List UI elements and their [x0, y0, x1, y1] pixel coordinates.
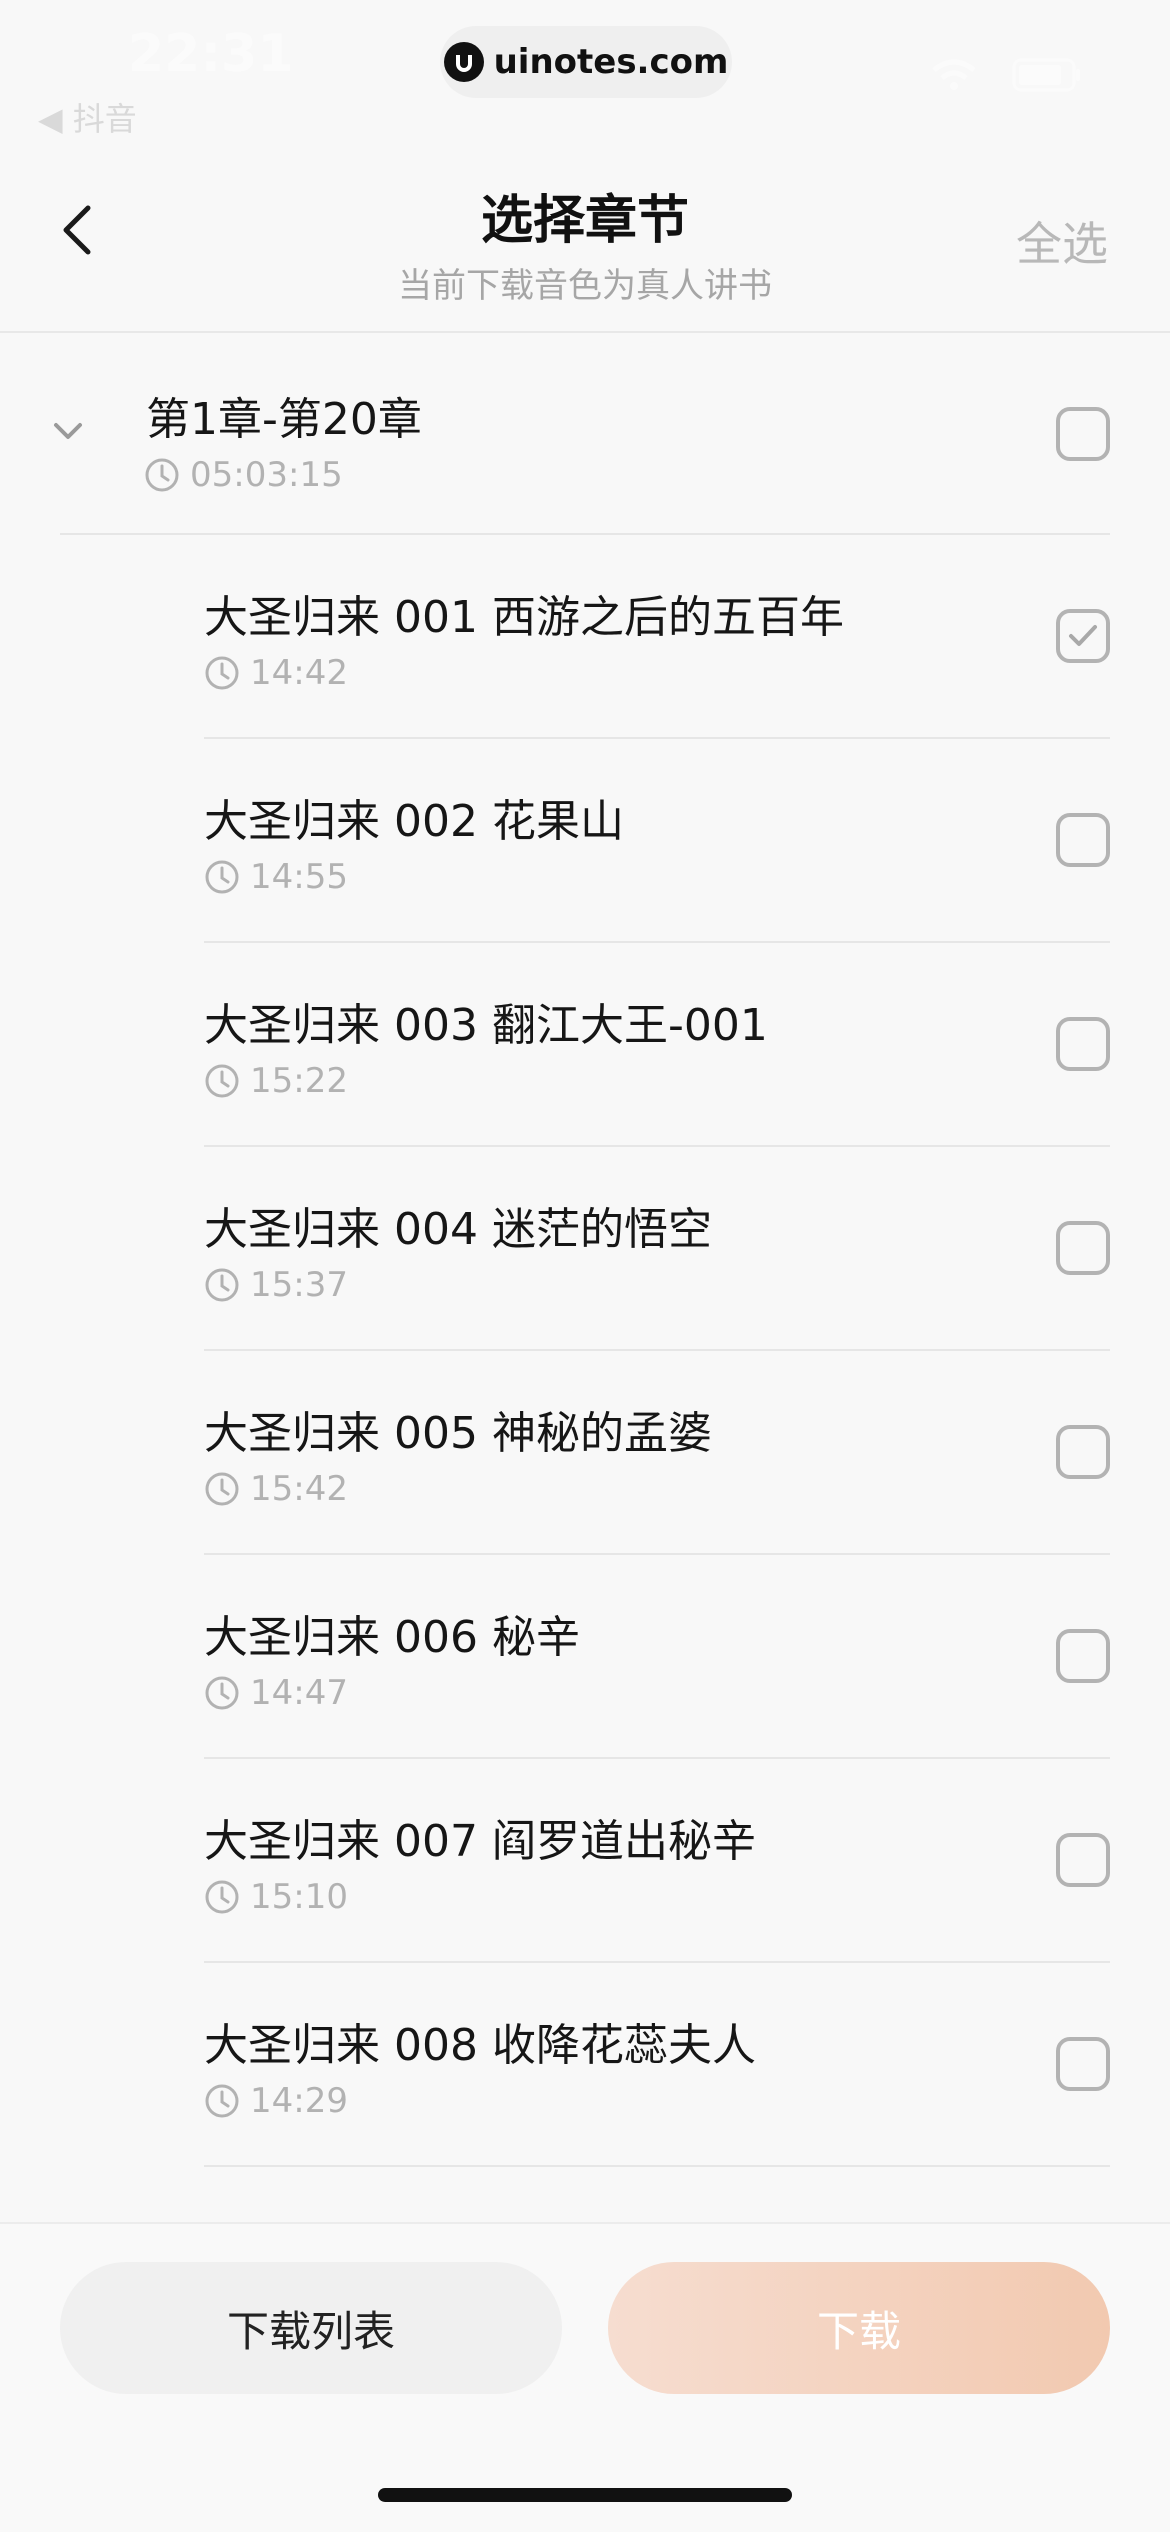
clock-icon: [205, 1268, 239, 1302]
clock-icon: [205, 860, 239, 894]
home-indicator: [378, 2488, 792, 2502]
chapter-row[interactable]: 大圣归来 006 秘辛 14:47: [204, 1555, 1110, 1759]
watermark-text: uinotes.com: [493, 42, 729, 82]
watermark-logo-icon: [443, 42, 484, 82]
chapter-checkbox[interactable]: [1056, 1221, 1110, 1275]
select-all-button[interactable]: 全选: [1016, 208, 1108, 274]
clock-icon: [145, 458, 179, 492]
download-button[interactable]: 下载: [608, 2262, 1110, 2394]
chapter-duration-text: 15:37: [250, 1265, 348, 1305]
chapter-checkbox[interactable]: [1056, 813, 1110, 867]
bottom-action-bar: 下载列表 下载: [0, 2222, 1170, 2532]
status-time: 22:31: [128, 24, 294, 84]
group-duration: 05:03:15: [144, 455, 343, 495]
status-icons: [930, 58, 1082, 92]
chapter-row[interactable]: 大圣归来 002 花果山 14:55: [204, 739, 1110, 943]
chapter-title: 大圣归来 003 翻江大王-001: [204, 1000, 768, 1051]
page-subtitle: 当前下载音色为真人讲书: [398, 266, 772, 306]
chapter-row[interactable]: 大圣归来 008 收降花蕊夫人 14:29: [204, 1963, 1110, 2167]
battery-icon: [1012, 58, 1080, 92]
chapter-duration: 15:37: [204, 1265, 348, 1305]
chapter-checkbox[interactable]: [1056, 1833, 1110, 1887]
clock-icon: [205, 1472, 239, 1506]
chapter-checkbox[interactable]: [1056, 609, 1110, 663]
watermark-badge: uinotes.com: [440, 26, 732, 98]
chapter-duration-text: 14:29: [250, 2081, 348, 2121]
chapter-duration: 14:42: [204, 653, 348, 693]
chapter-duration: 15:10: [204, 1877, 348, 1917]
nav-bar: 选择章节 当前下载音色为真人讲书 全选: [0, 140, 1170, 333]
chapter-title: 大圣归来 001 西游之后的五百年: [204, 592, 844, 643]
chapter-checkbox[interactable]: [1056, 1629, 1110, 1683]
status-bar: 22:31 ◀ 抖音 uinotes.com: [0, 0, 1170, 140]
chapter-row[interactable]: 大圣归来 005 神秘的孟婆 15:42: [204, 1351, 1110, 1555]
chapter-title: 大圣归来 002 花果山: [204, 796, 624, 847]
chapter-duration: 14:55: [204, 857, 348, 897]
chapter-duration-text: 15:10: [250, 1877, 348, 1917]
chapter-select-screen: 22:31 ◀ 抖音 uinotes.com 选择章节 当前下载音色为真人讲书 …: [0, 0, 1170, 2532]
chapter-row[interactable]: 大圣归来 007 阎罗道出秘辛 15:10: [204, 1759, 1110, 1963]
chapter-title: 大圣归来 006 秘辛: [204, 1612, 580, 1663]
chapter-title: 大圣归来 005 神秘的孟婆: [204, 1408, 712, 1459]
chapter-duration-text: 15:42: [250, 1469, 348, 1509]
group-title: 第1章-第20章: [146, 394, 422, 445]
chapter-title: 大圣归来 004 迷茫的悟空: [204, 1204, 712, 1255]
chapter-checkbox[interactable]: [1056, 1425, 1110, 1479]
group-duration-text: 05:03:15: [190, 455, 343, 495]
chevron-down-icon[interactable]: [48, 411, 88, 451]
clock-icon: [205, 1064, 239, 1098]
chapter-duration: 14:47: [204, 1673, 348, 1713]
chapter-duration-text: 14:47: [250, 1673, 348, 1713]
page-title: 选择章节: [480, 191, 689, 251]
download-list-button[interactable]: 下载列表: [60, 2262, 562, 2394]
chapter-list[interactable]: 第1章-第20章 05:03:15 大圣归来 001 西游之后的五百年 14:42…: [0, 335, 1170, 2225]
chapter-checkbox[interactable]: [1056, 1017, 1110, 1071]
chapter-row[interactable]: 大圣归来 003 翻江大王-001 15:22: [204, 943, 1110, 1147]
chapter-title: 大圣归来 007 阎罗道出秘辛: [204, 1816, 756, 1867]
wifi-icon: [932, 59, 976, 90]
chapter-duration-text: 14:55: [250, 857, 348, 897]
chapter-duration-text: 14:42: [250, 653, 348, 693]
chapter-checkbox[interactable]: [1056, 2037, 1110, 2091]
clock-icon: [205, 1676, 239, 1710]
chapter-row[interactable]: 大圣归来 001 西游之后的五百年 14:42: [204, 535, 1110, 739]
chapter-duration: 15:22: [204, 1061, 348, 1101]
clock-icon: [205, 1880, 239, 1914]
group-checkbox[interactable]: [1056, 407, 1110, 461]
chapter-title: 大圣归来 008 收降花蕊夫人: [204, 2020, 756, 2071]
chapter-duration: 14:29: [204, 2081, 348, 2121]
chapter-duration-text: 15:22: [250, 1061, 348, 1101]
status-back-to-app[interactable]: ◀ 抖音: [38, 94, 137, 140]
chapter-row[interactable]: 大圣归来 004 迷茫的悟空 15:37: [204, 1147, 1110, 1351]
checkmark-icon: [1069, 625, 1097, 646]
chapter-duration: 15:42: [204, 1469, 348, 1509]
clock-icon: [205, 656, 239, 690]
clock-icon: [205, 2084, 239, 2118]
chapter-row[interactable]: 大圣归来 009 文书意: [204, 2167, 1110, 2225]
chapter-group-row[interactable]: 第1章-第20章 05:03:15: [54, 335, 1110, 535]
